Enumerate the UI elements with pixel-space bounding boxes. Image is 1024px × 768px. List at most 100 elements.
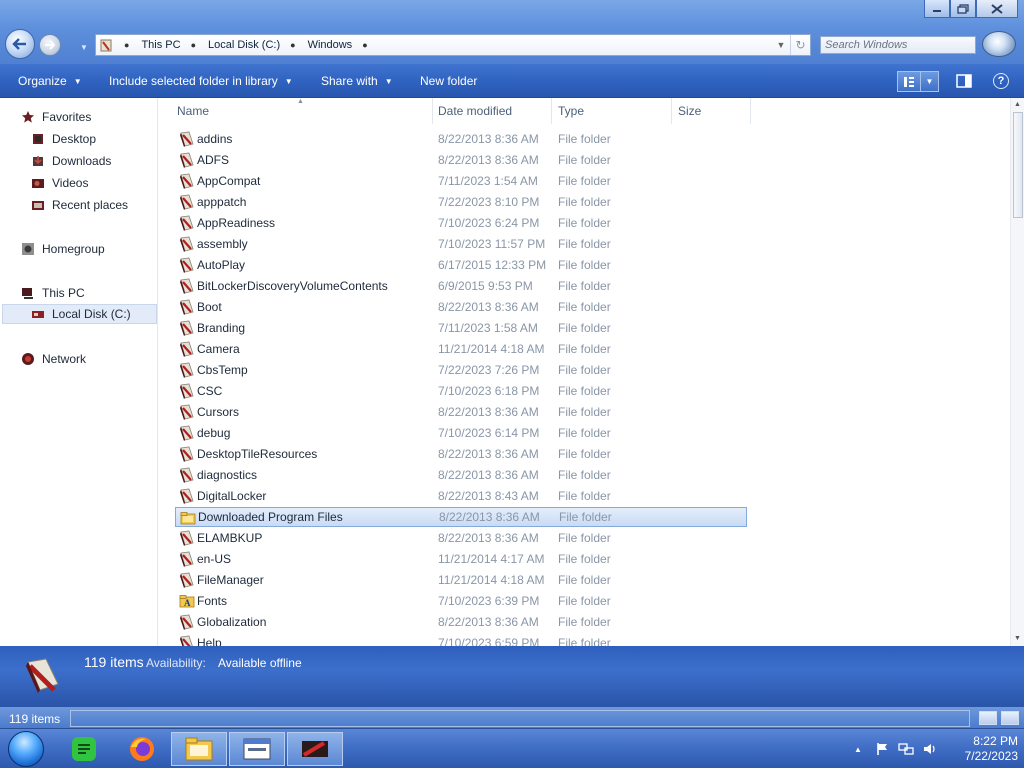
nav-favorites[interactable]: Favorites bbox=[20, 107, 91, 127]
file-row[interactable]: CbsTemp 7/22/2023 7:26 PM File folder bbox=[175, 360, 747, 380]
file-type: File folder bbox=[558, 489, 611, 503]
view-options-dropdown[interactable]: ▼ bbox=[921, 72, 938, 91]
file-row[interactable]: Boot 8/22/2013 8:36 AM File folder bbox=[175, 297, 747, 317]
taskbar-control-panel[interactable] bbox=[229, 732, 285, 766]
action-center-icon[interactable] bbox=[874, 741, 890, 757]
breadcrumb-separator[interactable]: ● bbox=[191, 40, 196, 50]
column-header-label: Size bbox=[678, 104, 702, 118]
column-header-name[interactable]: Name bbox=[177, 98, 209, 124]
file-row[interactable]: AutoPlay 6/17/2015 12:33 PM File folder bbox=[175, 255, 747, 275]
column-divider[interactable] bbox=[671, 98, 672, 124]
nav-item-local-disk[interactable]: Local Disk (C:) bbox=[2, 304, 157, 324]
file-date-modified: 8/22/2013 8:36 AM bbox=[438, 153, 539, 167]
file-row[interactable]: Camera 11/21/2014 4:18 AM File folder bbox=[175, 339, 747, 359]
column-header-date[interactable]: Date modified bbox=[438, 98, 512, 124]
help-button[interactable]: ? bbox=[993, 73, 1009, 89]
forward-button[interactable] bbox=[39, 34, 61, 56]
back-button[interactable] bbox=[5, 29, 35, 59]
breadcrumb-separator[interactable]: ● bbox=[124, 40, 129, 50]
recent-locations-dropdown[interactable]: ▼ bbox=[80, 43, 88, 52]
taskbar-file-explorer[interactable] bbox=[171, 732, 227, 766]
taskbar-notes-app[interactable] bbox=[56, 732, 112, 766]
nav-homegroup[interactable]: Homegroup bbox=[20, 239, 105, 259]
file-name: Downloaded Program Files bbox=[198, 510, 343, 524]
file-row[interactable]: CSC 7/10/2023 6:18 PM File folder bbox=[175, 381, 747, 401]
file-row[interactable]: AppCompat 7/11/2023 1:54 AM File folder bbox=[175, 171, 747, 191]
volume-icon[interactable] bbox=[922, 741, 938, 757]
change-view-button[interactable]: ▼ bbox=[897, 71, 939, 92]
file-row[interactable]: AppReadiness 7/10/2023 6:24 PM File folder bbox=[175, 213, 747, 233]
file-row[interactable]: DigitalLocker 8/22/2013 8:43 AM File folde… bbox=[175, 486, 747, 506]
forward-arrow-icon bbox=[45, 40, 56, 50]
minimize-button[interactable] bbox=[924, 0, 950, 18]
breadcrumb-windows[interactable]: Windows bbox=[308, 39, 353, 51]
file-type: File folder bbox=[558, 594, 611, 608]
file-row[interactable]: addins 8/22/2013 8:36 AM File folder bbox=[175, 129, 747, 149]
address-history-dropdown[interactable]: ▼ bbox=[772, 40, 790, 50]
maximize-button[interactable] bbox=[950, 0, 976, 18]
nav-item-videos[interactable]: Videos bbox=[30, 173, 88, 193]
column-header-label: Name bbox=[177, 104, 210, 118]
file-row[interactable]: en-US 11/21/2014 4:17 AM File folder bbox=[175, 549, 747, 569]
close-button[interactable] bbox=[976, 0, 1018, 18]
refresh-button[interactable]: ↻ bbox=[790, 35, 810, 55]
breadcrumb-local-disk[interactable]: Local Disk (C:) bbox=[208, 39, 280, 51]
details-view-toggle[interactable] bbox=[979, 711, 997, 725]
chevron-up-icon: ▲ bbox=[854, 744, 862, 754]
globe-icon[interactable] bbox=[982, 31, 1016, 57]
show-hidden-icons-button[interactable]: ▲ bbox=[850, 741, 866, 757]
organize-button[interactable]: Organize ▼ bbox=[18, 74, 82, 88]
breadcrumb-this-pc[interactable]: This PC bbox=[141, 39, 180, 51]
file-row[interactable]: apppatch 7/22/2023 8:10 PM File folder bbox=[175, 192, 747, 212]
file-row[interactable]: DesktopTileResources 8/22/2013 8:36 AM Fil… bbox=[175, 444, 747, 464]
file-row[interactable]: assembly 7/10/2023 11:57 PM File folder bbox=[175, 234, 747, 254]
scroll-up-arrow[interactable]: ▲ bbox=[1011, 98, 1024, 112]
file-row[interactable]: debug 7/10/2023 6:14 PM File folder bbox=[175, 423, 747, 443]
new-folder-button[interactable]: New folder bbox=[420, 74, 477, 88]
taskbar-firefox[interactable] bbox=[114, 732, 170, 766]
refresh-icon: ↻ bbox=[795, 38, 806, 52]
file-row[interactable]: Cursors 8/22/2013 8:36 AM File folder bbox=[175, 402, 747, 422]
system-folder-icon bbox=[179, 383, 195, 399]
column-header-type[interactable]: Type bbox=[558, 98, 584, 124]
file-row[interactable]: Downloaded Program Files 8/22/2013 8:36 A… bbox=[175, 507, 747, 527]
clock[interactable]: 8:22 PM 7/22/2023 bbox=[944, 734, 1018, 764]
file-type: File folder bbox=[558, 174, 611, 188]
breadcrumb-separator[interactable]: ● bbox=[362, 40, 367, 50]
file-row[interactable]: FileManager 11/21/2014 4:18 AM File folder bbox=[175, 570, 747, 590]
file-row[interactable]: diagnostics 8/22/2013 8:36 AM File folder bbox=[175, 465, 747, 485]
search-input[interactable] bbox=[825, 39, 975, 51]
column-divider[interactable] bbox=[750, 98, 751, 124]
scrollbar-thumb[interactable] bbox=[1013, 112, 1023, 218]
column-divider[interactable] bbox=[432, 98, 433, 124]
address-bar[interactable]: ● This PC ● Local Disk (C:) ● Windows ● … bbox=[95, 34, 811, 56]
file-row[interactable]: ADFS 8/22/2013 8:36 AM File folder bbox=[175, 150, 747, 170]
share-with-button[interactable]: Share with ▼ bbox=[321, 74, 393, 88]
column-divider[interactable] bbox=[551, 98, 552, 124]
breadcrumb-separator[interactable]: ● bbox=[290, 40, 295, 50]
start-button[interactable] bbox=[8, 731, 44, 767]
file-row[interactable]: ELAMBKUP 8/22/2013 8:36 AM File folder bbox=[175, 528, 747, 548]
nav-network[interactable]: Network bbox=[20, 349, 86, 369]
scroll-down-arrow[interactable]: ▼ bbox=[1011, 632, 1024, 646]
status-item-count: 119 items bbox=[9, 711, 61, 726]
nav-item-desktop[interactable]: Desktop bbox=[30, 129, 96, 149]
search-box[interactable] bbox=[820, 36, 976, 54]
nav-this-pc[interactable]: This PC bbox=[20, 283, 85, 303]
include-in-library-button[interactable]: Include selected folder in library ▼ bbox=[109, 74, 293, 88]
file-row[interactable]: Branding 7/11/2023 1:58 AM File folder bbox=[175, 318, 747, 338]
network-tray-icon[interactable] bbox=[898, 741, 914, 757]
file-row[interactable]: Help 7/10/2023 6:59 PM File folder bbox=[175, 633, 747, 646]
taskbar-photo-viewer[interactable] bbox=[287, 732, 343, 766]
column-header-size[interactable]: Size bbox=[678, 98, 701, 124]
file-row[interactable]: A Fonts 7/10/2023 6:39 PM File folder bbox=[175, 591, 747, 611]
file-date-modified: 8/22/2013 8:36 AM bbox=[438, 531, 539, 545]
fonts-folder-icon: A bbox=[179, 593, 195, 609]
file-row[interactable]: Globalization 8/22/2013 8:36 AM File folde… bbox=[175, 612, 747, 632]
file-row[interactable]: BitLockerDiscoveryVolumeContents 6/9/2015… bbox=[175, 276, 747, 296]
nav-item-recent-places[interactable]: Recent places bbox=[30, 195, 128, 215]
nav-item-downloads[interactable]: Downloads bbox=[30, 151, 111, 171]
large-icons-view-toggle[interactable] bbox=[1001, 711, 1019, 725]
preview-pane-icon[interactable] bbox=[956, 73, 972, 89]
vertical-scrollbar[interactable]: ▲ ▼ bbox=[1010, 98, 1024, 646]
